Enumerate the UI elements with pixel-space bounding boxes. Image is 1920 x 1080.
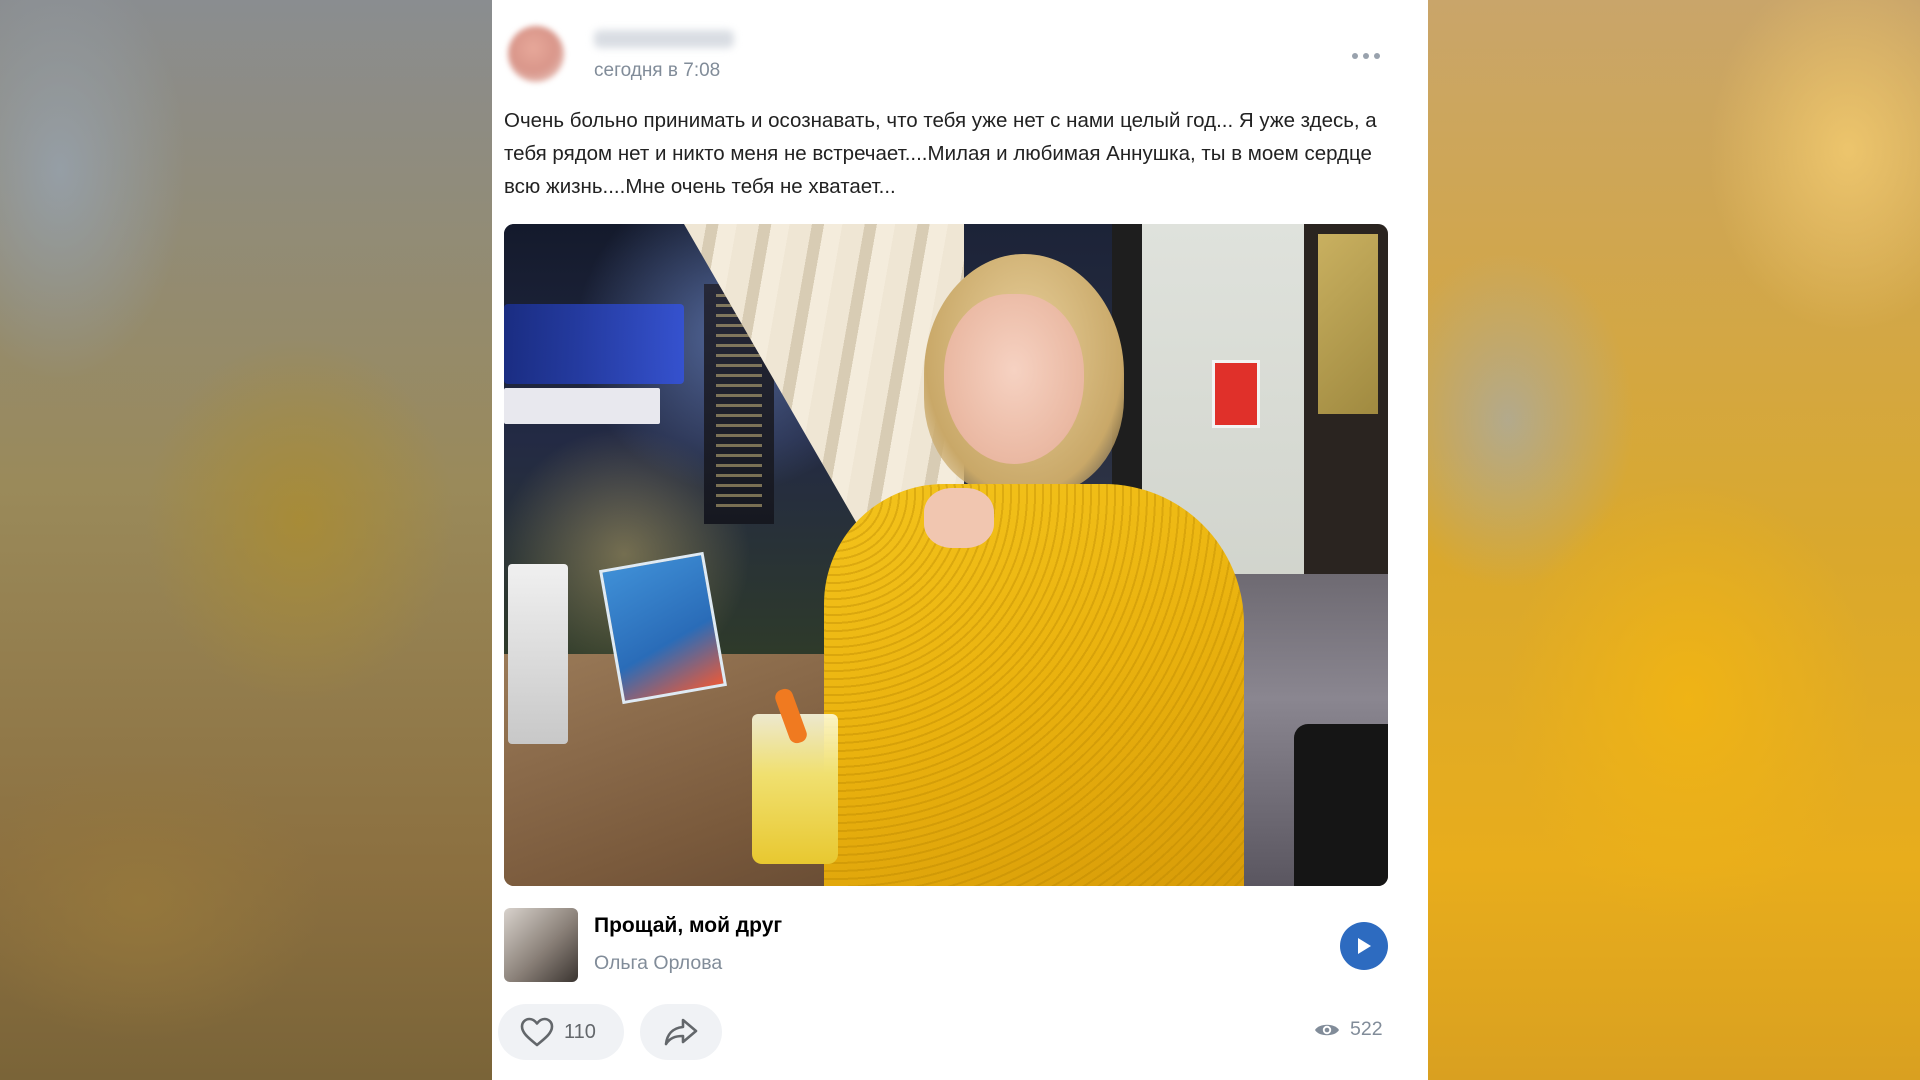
more-horizontal-icon-dot [1374, 53, 1380, 59]
blurred-backdrop-right [1428, 0, 1920, 1080]
share-button[interactable] [640, 1004, 722, 1060]
audio-track-title[interactable]: Прощай, мой друг [594, 914, 782, 938]
post-text: Очень больно принимать и осознавать, что… [504, 109, 1377, 198]
author-avatar[interactable] [508, 26, 564, 82]
blurred-backdrop-left [0, 0, 492, 1080]
views-counter: 522 [1314, 1018, 1383, 1041]
social-post-card: сегодня в 7:08 Очень больно принимать и … [492, 0, 1428, 1080]
like-button[interactable]: 110 [498, 1004, 624, 1060]
play-icon [1358, 938, 1371, 954]
audio-cover-art[interactable] [504, 908, 578, 982]
screenshot-stage: сегодня в 7:08 Очень больно принимать и … [0, 0, 1920, 1080]
audio-track-artist[interactable]: Ольга Орлова [594, 952, 722, 975]
like-count: 110 [564, 1020, 596, 1043]
post-photo[interactable] [504, 224, 1388, 886]
author-name-blurred[interactable] [594, 30, 734, 48]
audio-play-button[interactable] [1340, 922, 1388, 970]
views-count: 522 [1350, 1018, 1383, 1040]
share-icon [664, 1018, 698, 1046]
more-horizontal-icon-dot [1363, 53, 1369, 59]
post-timestamp[interactable]: сегодня в 7:08 [594, 60, 720, 82]
more-options-button[interactable] [1348, 44, 1384, 68]
more-horizontal-icon [1352, 53, 1358, 59]
heart-icon [520, 1017, 554, 1047]
eye-icon [1315, 1024, 1339, 1035]
